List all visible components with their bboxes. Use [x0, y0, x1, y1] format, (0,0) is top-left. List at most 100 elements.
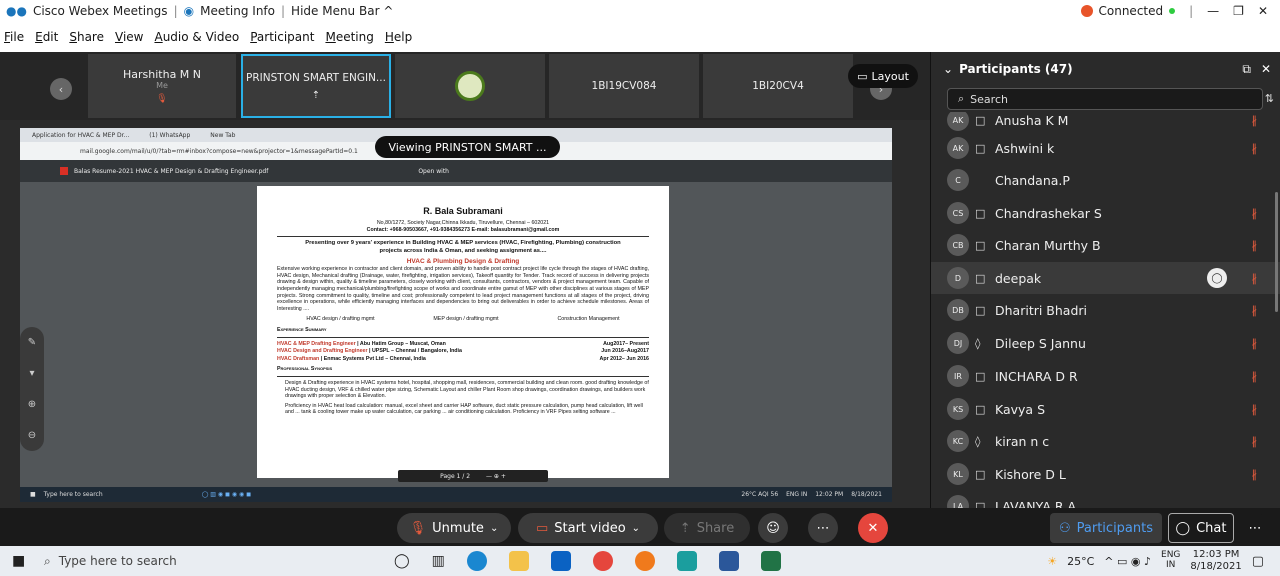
- notification-icon[interactable]: ▢: [1252, 554, 1264, 569]
- menu-view[interactable]: View: [115, 30, 143, 44]
- leave-meeting-button[interactable]: ✕: [858, 513, 888, 543]
- collapse-chevron-icon[interactable]: ⌄: [943, 62, 953, 76]
- menu-file[interactable]: File: [4, 30, 24, 44]
- institution-logo-icon: [455, 71, 485, 101]
- participant-row[interactable]: DJ ◊ Dileep S Jannu ∦: [931, 327, 1280, 359]
- device-icon: □: [975, 271, 986, 285]
- device-icon: □: [975, 499, 986, 509]
- participant-search-input[interactable]: ⌕ Search: [947, 88, 1263, 110]
- muted-mic-icon[interactable]: ∦: [1252, 435, 1258, 448]
- clock[interactable]: 12:03 PM 8/18/2021: [1190, 549, 1241, 573]
- video-thumbnail[interactable]: 1BI19CV084: [549, 54, 699, 118]
- weather-icon[interactable]: ☀: [1047, 555, 1057, 568]
- share-icon: ⇡: [679, 520, 691, 536]
- chat-bubble-icon[interactable]: ◯: [1207, 268, 1227, 288]
- close-button[interactable]: ✕: [1258, 4, 1268, 18]
- restore-button[interactable]: ❐: [1233, 4, 1244, 18]
- edge-icon[interactable]: [466, 551, 487, 571]
- word-icon[interactable]: [718, 551, 739, 571]
- panel-more-button[interactable]: ⋯: [1240, 513, 1270, 543]
- hide-menu-bar-link[interactable]: Hide Menu Bar ^: [291, 4, 393, 18]
- avatar: CB: [947, 234, 969, 256]
- muted-mic-icon[interactable]: ∦: [1252, 304, 1258, 317]
- unmute-button[interactable]: 🎙 Unmute ⌄: [397, 513, 511, 543]
- participant-row[interactable]: KC ◊ kiran n c ∦: [931, 425, 1280, 457]
- muted-mic-icon[interactable]: ∦: [1252, 142, 1258, 155]
- search-icon: ⌕: [958, 92, 965, 105]
- participant-row[interactable]: KS □ Kavya S ∦: [931, 393, 1280, 425]
- annotate-icon[interactable]: ✎: [28, 337, 36, 348]
- participant-row[interactable]: AK □ Ashwini k ∦: [931, 132, 1280, 164]
- participants-header[interactable]: ⌄ Participants (47) ⧉ ✕: [931, 52, 1280, 86]
- menu-participant[interactable]: Participant: [250, 30, 314, 44]
- participant-row[interactable]: CS □ Chandrashekar S ∦: [931, 197, 1280, 229]
- participant-row[interactable]: CB □ Charan Murthy B ∦: [931, 229, 1280, 261]
- cortana-icon[interactable]: ◯: [394, 553, 410, 569]
- pointer-icon[interactable]: ▾: [29, 368, 34, 379]
- taskbar-search[interactable]: ⌕ Type here to search: [44, 546, 374, 576]
- menu-meeting[interactable]: Meeting: [325, 30, 373, 44]
- task-view-icon[interactable]: ▥: [432, 553, 445, 569]
- menu-help[interactable]: Help: [385, 30, 412, 44]
- start-video-button[interactable]: ▭ Start video ⌄: [518, 513, 658, 543]
- participant-row[interactable]: IR □ INCHARA D R ∦: [931, 360, 1280, 392]
- meeting-info-link[interactable]: Meeting Info: [200, 4, 275, 18]
- muted-mic-icon[interactable]: ∦: [1252, 207, 1258, 220]
- video-thumbnail[interactable]: [395, 54, 545, 118]
- share-button[interactable]: ⇡ Share: [664, 513, 750, 543]
- more-options-button[interactable]: ⋯: [808, 513, 838, 543]
- muted-mic-icon[interactable]: ∦: [1252, 370, 1258, 383]
- sort-icon[interactable]: ⇅: [1265, 92, 1274, 105]
- muted-mic-icon[interactable]: ∦: [1252, 272, 1258, 285]
- video-thumbnail[interactable]: Harshitha M N Me 🎙: [88, 54, 236, 118]
- popout-icon[interactable]: ⧉: [1242, 62, 1251, 77]
- participant-row[interactable]: D □ deepak ◯ ∦: [931, 262, 1280, 294]
- participant-row[interactable]: LA □ LAVANYA R A: [931, 490, 1280, 508]
- participant-name: Ashwini k: [995, 140, 1055, 156]
- panel-scrollbar[interactable]: [1275, 192, 1278, 312]
- reactions-button[interactable]: ☺: [758, 513, 788, 543]
- zoom-out-icon[interactable]: ⊖: [28, 430, 36, 441]
- file-explorer-icon[interactable]: [508, 551, 529, 571]
- participants-toggle-button[interactable]: ⚇ Participants: [1050, 513, 1162, 543]
- windows-taskbar: ■ ⌕ Type here to search ◯ ▥ ☀ 25°C ^ ▭ ◉…: [0, 546, 1280, 576]
- muted-mic-icon[interactable]: ∦: [1252, 468, 1258, 481]
- video-thumbnail-strip: ‹ Harshitha M N Me 🎙 PRINSTON SMART ENGI…: [0, 52, 930, 120]
- video-thumbnail-presenter[interactable]: PRINSTON SMART ENGIN... ⇡: [241, 54, 391, 118]
- excel-icon[interactable]: [760, 551, 781, 571]
- minimize-button[interactable]: —: [1207, 4, 1219, 18]
- windows-icon: ■: [30, 491, 36, 498]
- language-indicator[interactable]: ENG IN: [1161, 550, 1180, 571]
- person-icon: ⚇: [1058, 520, 1071, 536]
- connection-status[interactable]: Connected: [1080, 4, 1176, 18]
- muted-mic-icon[interactable]: ∦: [1252, 239, 1258, 252]
- participant-row[interactable]: C Chandana.P: [931, 164, 1280, 196]
- muted-mic-icon[interactable]: ∦: [1252, 403, 1258, 416]
- close-panel-icon[interactable]: ✕: [1261, 62, 1271, 76]
- webex-icon[interactable]: [676, 551, 697, 571]
- scroll-left-button[interactable]: ‹: [50, 78, 72, 100]
- windows-start-icon[interactable]: ■: [12, 553, 25, 569]
- mail-icon[interactable]: [550, 551, 571, 571]
- participant-row[interactable]: KL □ Kishore D L ∦: [931, 458, 1280, 490]
- muted-mic-icon[interactable]: ∦: [1252, 114, 1258, 127]
- menu-share[interactable]: Share: [69, 30, 104, 44]
- video-thumbnail[interactable]: 1BI20CV4: [703, 54, 853, 118]
- chat-toggle-button[interactable]: ◯ Chat: [1168, 513, 1234, 543]
- participant-name: Chandrashekar S: [995, 205, 1102, 221]
- resume-role: HVAC & Plumbing Design & Drafting: [406, 257, 520, 265]
- zoom-in-icon[interactable]: ⊕: [28, 399, 36, 410]
- participant-row[interactable]: DB □ Dharitri Bhadri ∦: [931, 294, 1280, 326]
- menu-audio-video[interactable]: Audio & Video: [154, 30, 239, 44]
- shared-screen: Application for HVAC & MEP Dr... (1) Wha…: [20, 128, 892, 502]
- firefox-icon[interactable]: [634, 551, 655, 571]
- muted-mic-icon[interactable]: ∦: [1252, 337, 1258, 350]
- weather-temp[interactable]: 25°C: [1067, 555, 1094, 568]
- layout-button[interactable]: ▭ Layout: [848, 64, 918, 88]
- tray-icons[interactable]: ^ ▭ ◉ ♪: [1104, 555, 1151, 568]
- meeting-info-icon[interactable]: ◉: [184, 4, 194, 18]
- viewing-indicator[interactable]: Viewing PRINSTON SMART ...: [375, 136, 560, 158]
- menu-edit[interactable]: Edit: [35, 30, 58, 44]
- pdf-file-icon: [60, 167, 68, 175]
- chrome-icon[interactable]: [592, 551, 613, 571]
